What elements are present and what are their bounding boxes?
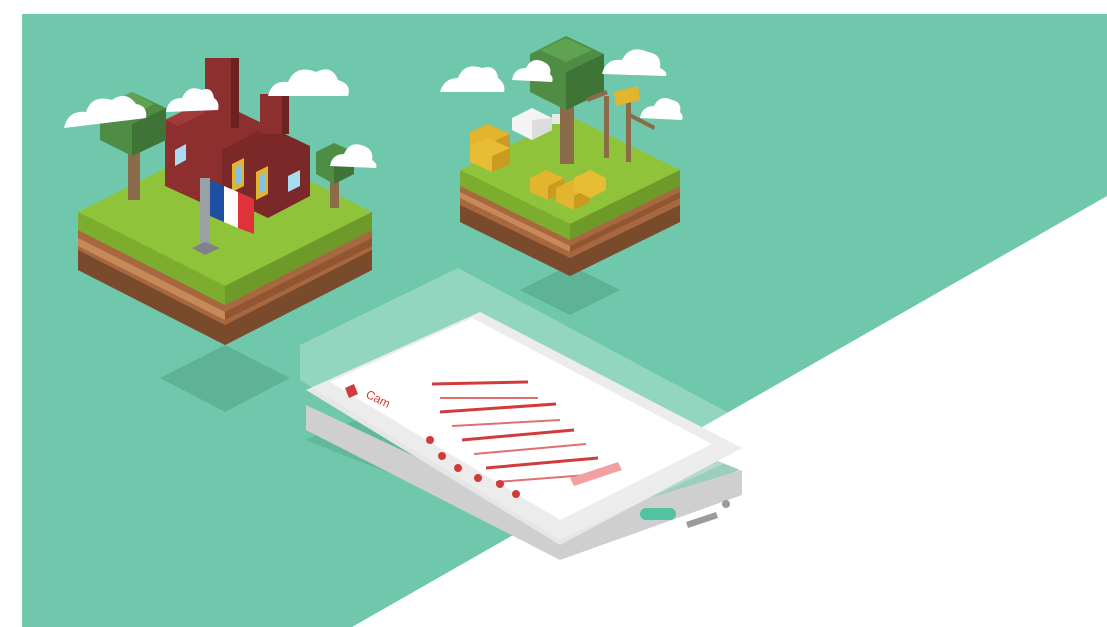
isometric-scene: Cam: [0, 0, 1107, 627]
list-icon: [496, 480, 504, 488]
list-icon: [454, 464, 462, 472]
list-item: [431, 380, 529, 386]
list-icon: [512, 490, 520, 498]
illustration: Cam: [0, 0, 1107, 627]
home-button: [640, 508, 676, 520]
camera-dot: [722, 500, 730, 508]
list-icon: [474, 474, 482, 482]
list-icon: [426, 436, 434, 444]
list-icon: [438, 452, 446, 460]
